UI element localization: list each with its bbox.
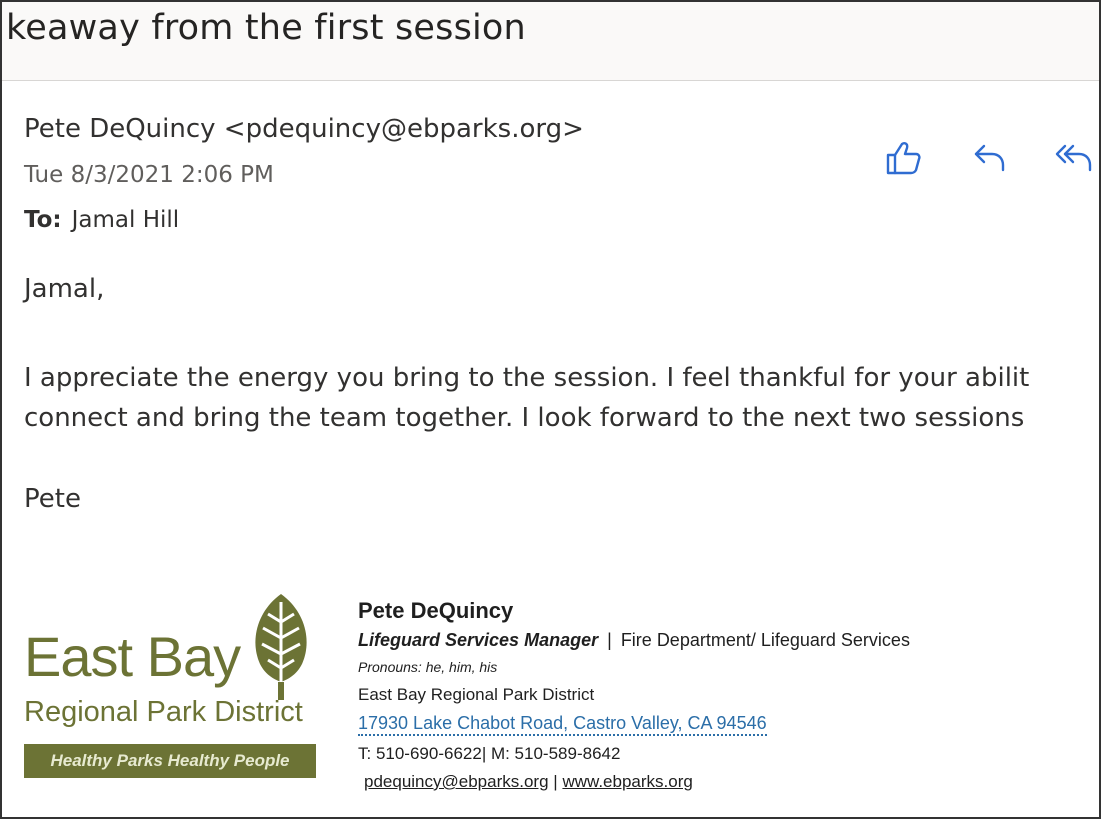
signature-department: Fire Department/ Lifeguard Services — [620, 630, 910, 650]
recipient-row: To: Jamal Hill — [24, 207, 179, 233]
signature-links: pdequincy@ebparks.org | www.ebparks.org — [358, 772, 910, 792]
sender-address[interactable]: Pete DeQuincy <pdequincy@ebparks.org> — [24, 114, 584, 144]
website-link[interactable]: www.ebparks.org — [562, 772, 692, 791]
email-body-line: connect and bring the team together. I l… — [24, 403, 1025, 433]
signature-pronouns: Pronouns: he, him, his — [358, 659, 498, 675]
email-body-line: I appreciate the energy you bring to the… — [24, 363, 1030, 393]
ebrpd-logo: East Bay Regional Park District Healthy … — [24, 592, 324, 782]
reply-all-icon — [1055, 144, 1092, 172]
subject-header: keaway from the first session — [2, 2, 1099, 81]
email-signoff: Pete — [24, 484, 81, 514]
signature-address-link[interactable]: 17930 Lake Chabot Road, Castro Valley, C… — [358, 713, 767, 736]
signature-organization: East Bay Regional Park District — [358, 685, 595, 704]
like-button[interactable] — [882, 136, 926, 180]
email-reading-pane: keaway from the first session Pete DeQui… — [0, 0, 1101, 819]
email-subject: keaway from the first session — [6, 8, 526, 48]
signature-separator: | — [607, 630, 612, 650]
signature-title: Lifeguard Services Manager — [358, 630, 599, 650]
sent-date: Tue 8/3/2021 2:06 PM — [24, 162, 274, 188]
links-separator: | — [553, 772, 558, 791]
recipient-name[interactable]: Jamal Hill — [72, 207, 180, 233]
email-signature: Pete DeQuincy Lifeguard Services Manager… — [358, 598, 910, 792]
email-body-paragraph: I appreciate the energy you bring to the… — [24, 358, 1094, 438]
logo-text-east-bay: East Bay — [24, 625, 241, 688]
logo-tagline: Healthy Parks Healthy People — [24, 744, 316, 778]
email-greeting: Jamal, — [24, 274, 105, 304]
email-link[interactable]: pdequincy@ebparks.org — [364, 772, 549, 791]
signature-title-row: Lifeguard Services Manager | Fire Depart… — [358, 630, 910, 651]
thumbs-up-icon — [886, 142, 921, 175]
reply-all-button[interactable] — [1052, 136, 1096, 180]
leaf-icon — [255, 594, 307, 700]
reply-button[interactable] — [968, 136, 1012, 180]
logo-text-regional: Regional Park District — [24, 696, 303, 728]
signature-phone: T: 510-690-6622| M: 510-589-8642 — [358, 744, 621, 763]
signature-name: Pete DeQuincy — [358, 598, 514, 623]
to-label: To: — [24, 207, 62, 233]
reply-icon — [974, 144, 1005, 172]
